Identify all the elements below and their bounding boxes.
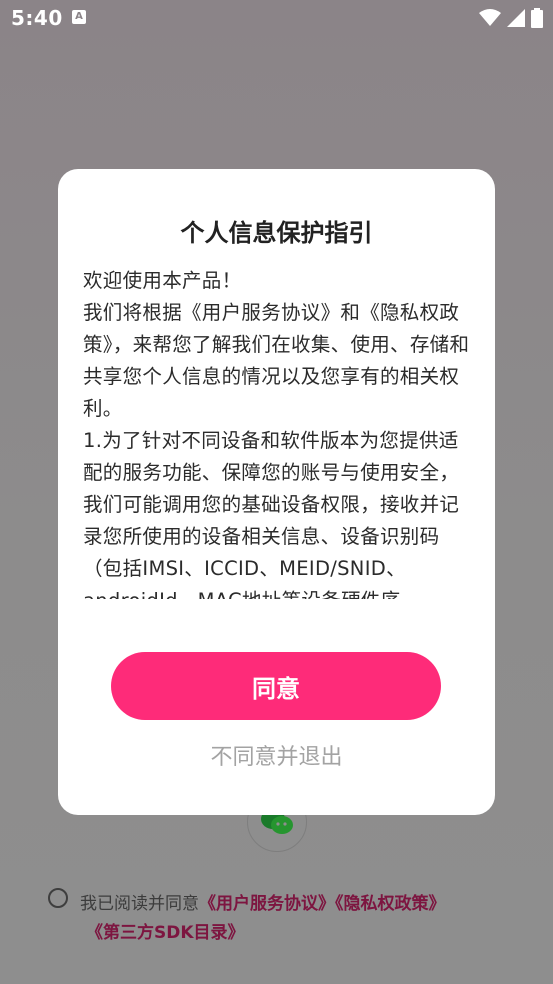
status-icons (479, 8, 543, 28)
status-bar: 5:40 A (0, 0, 553, 36)
privacy-policy-link[interactable]: 《隐私权政策》 (335, 894, 446, 914)
agreement-text-line2: 《第三方SDK目录》 (86, 918, 245, 943)
privacy-dialog: 个人信息保护指引 欢迎使用本产品！ 我们将根据《用户服务协议》和《隐私权政策》，… (58, 169, 495, 815)
app-notification-icon: A (72, 10, 86, 24)
dialog-paragraph: 欢迎使用本产品！ (83, 269, 242, 292)
cellular-signal-icon (507, 9, 525, 27)
agreement-prefix: 我已阅读并同意 (80, 894, 199, 914)
user-service-agreement-link[interactable]: 《用户服务协议》 (199, 894, 335, 914)
dialog-paragraph: 1.为了针对不同设备和软件版本为您提供适配的服务功能、保障您的账号与使用安全，我… (83, 429, 460, 599)
third-party-sdk-link[interactable]: 《第三方SDK目录》 (86, 923, 245, 943)
dialog-paragraph: 我们将根据《用户服务协议》和《隐私权政策》，来帮您了解我们在收集、使用、存储和共… (83, 301, 470, 420)
agreement-text: 我已阅读并同意《用户服务协议》《隐私权政策》 (80, 889, 446, 914)
agree-button[interactable]: 同意 (111, 652, 441, 720)
wifi-icon (479, 9, 501, 26)
agreement-radio[interactable] (48, 888, 68, 908)
battery-icon (531, 8, 543, 28)
dialog-body-scroll[interactable]: 欢迎使用本产品！ 我们将根据《用户服务协议》和《隐私权政策》，来帮您了解我们在收… (83, 265, 473, 599)
dialog-title: 个人信息保护指引 (180, 219, 373, 247)
disagree-exit-button[interactable]: 不同意并退出 (58, 739, 495, 771)
status-time: 5:40 (11, 6, 63, 30)
